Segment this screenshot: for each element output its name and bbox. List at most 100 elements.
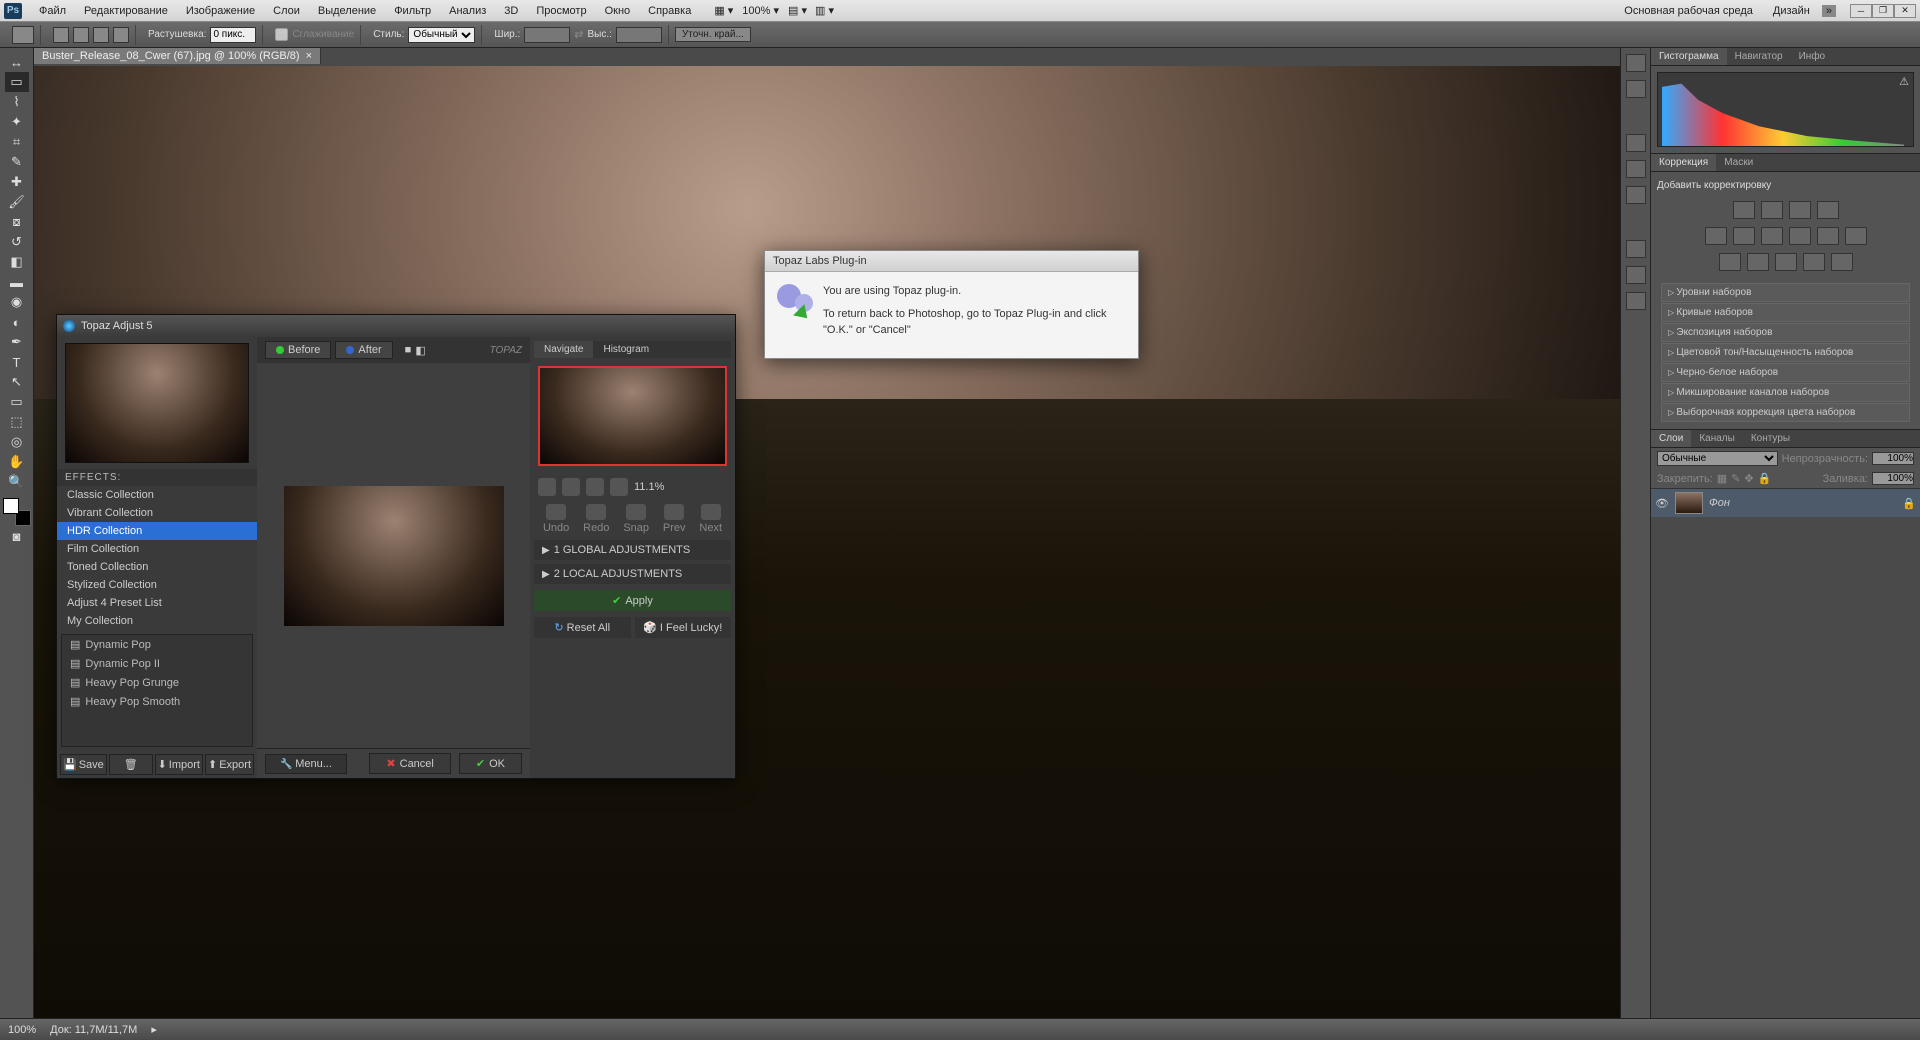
- main-preview[interactable]: [257, 363, 530, 748]
- workspace-essentials[interactable]: Основная рабочая среда: [1616, 3, 1761, 19]
- adj-gradient-map-icon[interactable]: [1803, 253, 1825, 271]
- next-button[interactable]: Next: [699, 504, 722, 534]
- topaz-title-bar[interactable]: Topaz Adjust 5: [57, 315, 735, 337]
- marquee-mode-new[interactable]: [53, 27, 69, 43]
- preset-huesat[interactable]: Цветовой тон/Насыщенность наборов: [1661, 343, 1910, 362]
- adj-bw-icon[interactable]: [1789, 227, 1811, 245]
- zoom-out-icon[interactable]: [538, 478, 556, 496]
- preset-curves[interactable]: Кривые наборов: [1661, 303, 1910, 322]
- type-tool[interactable]: T: [5, 352, 29, 372]
- preset-exposure[interactable]: Экспозиция наборов: [1661, 323, 1910, 342]
- lock-position-icon[interactable]: ✥: [1744, 472, 1753, 485]
- collection-film[interactable]: Film Collection: [57, 540, 257, 558]
- cancel-button[interactable]: ✖Cancel: [369, 753, 450, 774]
- menu-3d[interactable]: 3D: [495, 5, 527, 17]
- status-zoom[interactable]: 100%: [8, 1024, 36, 1036]
- import-preset-button[interactable]: ⬇Import: [155, 754, 203, 775]
- undo-button[interactable]: Undo: [543, 504, 569, 534]
- adj-balance-icon[interactable]: [1761, 227, 1783, 245]
- workspace-design[interactable]: Дизайн: [1765, 3, 1818, 19]
- marquee-mode-intersect[interactable]: [113, 27, 129, 43]
- histogram-tab[interactable]: Histogram: [593, 341, 659, 358]
- menu-file[interactable]: Файл: [30, 5, 75, 17]
- blend-mode-select[interactable]: Обычные: [1657, 451, 1778, 466]
- menu-image[interactable]: Изображение: [177, 5, 264, 17]
- preset-channelmix[interactable]: Микширование каналов наборов: [1661, 383, 1910, 402]
- heal-tool[interactable]: ✚: [5, 172, 29, 192]
- menu-help[interactable]: Справка: [639, 5, 700, 17]
- feather-input[interactable]: [210, 27, 256, 43]
- adj-vibrance-icon[interactable]: [1705, 227, 1727, 245]
- adj-threshold-icon[interactable]: [1775, 253, 1797, 271]
- strip-icon-2[interactable]: [1626, 80, 1646, 98]
- preset-selcolor[interactable]: Выборочная коррекция цвета наборов: [1661, 403, 1910, 422]
- brush-tool[interactable]: 🖌: [5, 192, 29, 212]
- tab-masks[interactable]: Маски: [1716, 154, 1761, 171]
- window-minimize[interactable]: ─: [1850, 4, 1872, 18]
- navigate-tab[interactable]: Navigate: [534, 341, 593, 358]
- blur-tool[interactable]: ◉: [5, 292, 29, 312]
- tab-info[interactable]: Инфо: [1791, 48, 1834, 65]
- adj-hue-icon[interactable]: [1733, 227, 1755, 245]
- preset-heavypopsmooth[interactable]: ▤Heavy Pop Smooth: [62, 692, 252, 711]
- opacity-input[interactable]: [1872, 452, 1914, 465]
- adj-curves-icon[interactable]: [1789, 201, 1811, 219]
- layer-visibility-icon[interactable]: 👁: [1655, 496, 1669, 510]
- preset-dynamicpop2[interactable]: ▤Dynamic Pop II: [62, 654, 252, 673]
- prev-button[interactable]: Prev: [663, 504, 686, 534]
- menu-window[interactable]: Окно: [596, 5, 640, 17]
- strip-icon-6[interactable]: [1626, 240, 1646, 258]
- adj-selective-color-icon[interactable]: [1831, 253, 1853, 271]
- navigator-preview[interactable]: [538, 366, 727, 466]
- screen-mode-dropdown[interactable]: ▦ ▾: [714, 4, 733, 17]
- refine-edge-button[interactable]: Уточн. край...: [675, 27, 751, 42]
- color-swatches[interactable]: [3, 498, 31, 526]
- delete-preset-button[interactable]: 🗑: [109, 754, 153, 775]
- menu-analysis[interactable]: Анализ: [440, 5, 495, 17]
- adj-invert-icon[interactable]: [1719, 253, 1741, 271]
- tab-paths[interactable]: Контуры: [1743, 430, 1798, 447]
- lasso-tool[interactable]: ⌇: [5, 92, 29, 112]
- feel-lucky-button[interactable]: 🎲I Feel Lucky!: [635, 617, 732, 638]
- histogram-warning-icon[interactable]: ⚠: [1899, 75, 1909, 88]
- window-restore[interactable]: ❐: [1872, 4, 1894, 18]
- wand-tool[interactable]: ✦: [5, 112, 29, 132]
- adj-exposure-icon[interactable]: [1817, 201, 1839, 219]
- tab-histogram[interactable]: Гистограмма: [1651, 48, 1727, 65]
- extras-dropdown[interactable]: ▥ ▾: [815, 4, 834, 17]
- collection-stylized[interactable]: Stylized Collection: [57, 576, 257, 594]
- strip-icon-1[interactable]: [1626, 54, 1646, 72]
- quickmask-toggle[interactable]: ◙: [5, 526, 29, 546]
- tab-close-icon[interactable]: ×: [306, 50, 312, 62]
- export-preset-button[interactable]: ⬆Export: [205, 754, 254, 775]
- style-select[interactable]: Обычный: [408, 27, 475, 43]
- tab-layers[interactable]: Слои: [1651, 430, 1691, 447]
- lock-pixels-icon[interactable]: ✎: [1731, 472, 1740, 485]
- marquee-mode-add[interactable]: [73, 27, 89, 43]
- menu-filter[interactable]: Фильтр: [385, 5, 440, 17]
- reset-all-button[interactable]: ↻Reset All: [534, 617, 631, 638]
- strip-icon-7[interactable]: [1626, 266, 1646, 284]
- menu-layers[interactable]: Слои: [264, 5, 309, 17]
- menu-button[interactable]: 🔧 Menu...: [265, 754, 347, 774]
- lock-transparent-icon[interactable]: ▦: [1717, 472, 1727, 485]
- redo-button[interactable]: Redo: [583, 504, 609, 534]
- collection-hdr[interactable]: HDR Collection: [57, 522, 257, 540]
- after-button[interactable]: After: [335, 341, 392, 359]
- move-tool[interactable]: ↔: [5, 52, 29, 72]
- local-adjustments-section[interactable]: ▶ 2 LOCAL ADJUSTMENTS: [534, 564, 731, 584]
- view-split-icon[interactable]: ◧: [415, 344, 425, 357]
- collection-toned[interactable]: Toned Collection: [57, 558, 257, 576]
- collection-classic[interactable]: Classic Collection: [57, 486, 257, 504]
- adj-levels-icon[interactable]: [1761, 201, 1783, 219]
- save-preset-button[interactable]: 💾Save: [60, 754, 107, 775]
- tool-preset-icon[interactable]: [12, 26, 34, 44]
- message-title-bar[interactable]: Topaz Labs Plug-in: [765, 251, 1138, 272]
- marquee-tool[interactable]: ▭: [5, 72, 29, 92]
- status-dropdown-icon[interactable]: ▸: [151, 1023, 157, 1036]
- apply-button[interactable]: ✔Apply: [534, 590, 731, 611]
- menu-edit[interactable]: Редактирование: [75, 5, 177, 17]
- preset-bw[interactable]: Черно-белое наборов: [1661, 363, 1910, 382]
- adj-brightness-icon[interactable]: [1733, 201, 1755, 219]
- eyedropper-tool[interactable]: ✎: [5, 152, 29, 172]
